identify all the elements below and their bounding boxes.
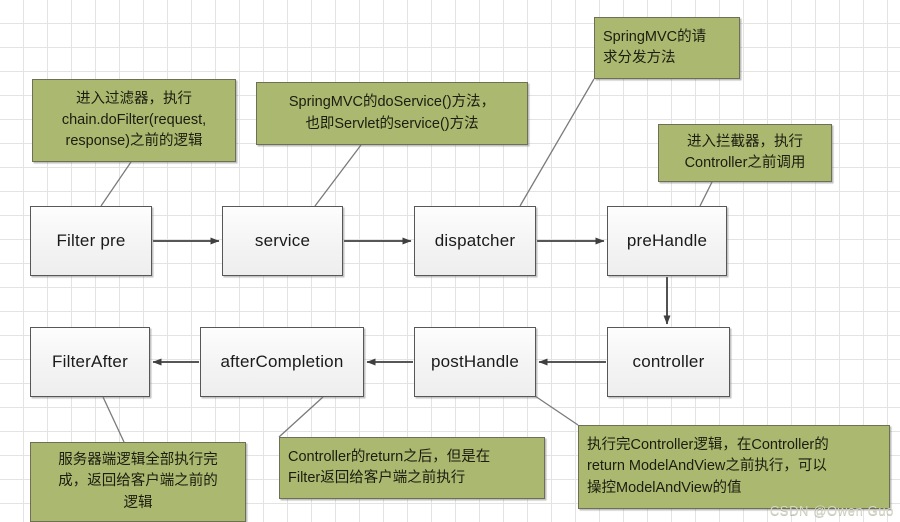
note-aftercompletion: Controller的return之后，但是在 Filter返回给客户端之前执行 — [279, 437, 545, 499]
note-filterafter: 服务器端逻辑全部执行完 成，返回给客户端之前的 逻辑 — [30, 442, 246, 522]
note-filter-pre: 进入过滤器，执行 chain.doFilter(request, response)… — [32, 79, 236, 162]
node-filter-pre[interactable]: Filter pre — [30, 206, 152, 276]
node-label: controller — [632, 352, 705, 371]
node-label: postHandle — [430, 352, 519, 371]
node-filterafter[interactable]: FilterAfter — [30, 327, 150, 397]
note-service: SpringMVC的doService()方法， 也即Servlet的servic… — [256, 82, 528, 145]
node-label: Filter pre — [56, 231, 126, 250]
note-text: SpringMVC的doService()方法， 也即Servlet的servic… — [288, 94, 496, 132]
note-text: 执行完Controller逻辑，在Controller的 return Model… — [587, 437, 829, 496]
note-text: 进入过滤器，执行 chain.doFilter(request, response)… — [61, 90, 207, 149]
node-service[interactable]: service — [222, 206, 343, 276]
connector-note-dispatcher — [519, 78, 595, 207]
connector-note-aftercompletion — [278, 396, 324, 438]
connector-note-filter-pre — [100, 161, 132, 207]
node-label: preHandle — [626, 231, 708, 250]
node-label: FilterAfter — [52, 352, 128, 371]
node-aftercompletion[interactable]: afterCompletion — [200, 327, 364, 397]
node-dispatcher[interactable]: dispatcher — [414, 206, 536, 276]
connector-note-posthandle — [534, 395, 579, 426]
connector-note-filterafter — [102, 396, 125, 443]
node-label: dispatcher — [434, 231, 516, 250]
note-text: 进入拦截器，执行 Controller之前调用 — [684, 133, 806, 171]
note-posthandle: 执行完Controller逻辑，在Controller的 return Model… — [578, 425, 890, 509]
connector-note-service — [314, 144, 362, 207]
node-prehandle[interactable]: preHandle — [607, 206, 727, 276]
connector-note-prehandle — [699, 181, 713, 207]
node-label: afterCompletion — [220, 352, 344, 371]
node-label: service — [254, 231, 311, 250]
note-prehandle: 进入拦截器，执行 Controller之前调用 — [658, 124, 832, 182]
note-text: 服务器端逻辑全部执行完 成，返回给客户端之前的 逻辑 — [58, 452, 218, 511]
node-controller[interactable]: controller — [607, 327, 730, 397]
node-posthandle[interactable]: postHandle — [414, 327, 536, 397]
diagram-canvas: Filter pre service dispatcher preHandle … — [0, 0, 900, 522]
note-text: Controller的return之后，但是在 Filter返回给客户端之前执行 — [288, 448, 491, 486]
note-text: SpringMVC的请 求分发方法 — [603, 28, 707, 66]
note-dispatcher: SpringMVC的请 求分发方法 — [594, 17, 740, 79]
